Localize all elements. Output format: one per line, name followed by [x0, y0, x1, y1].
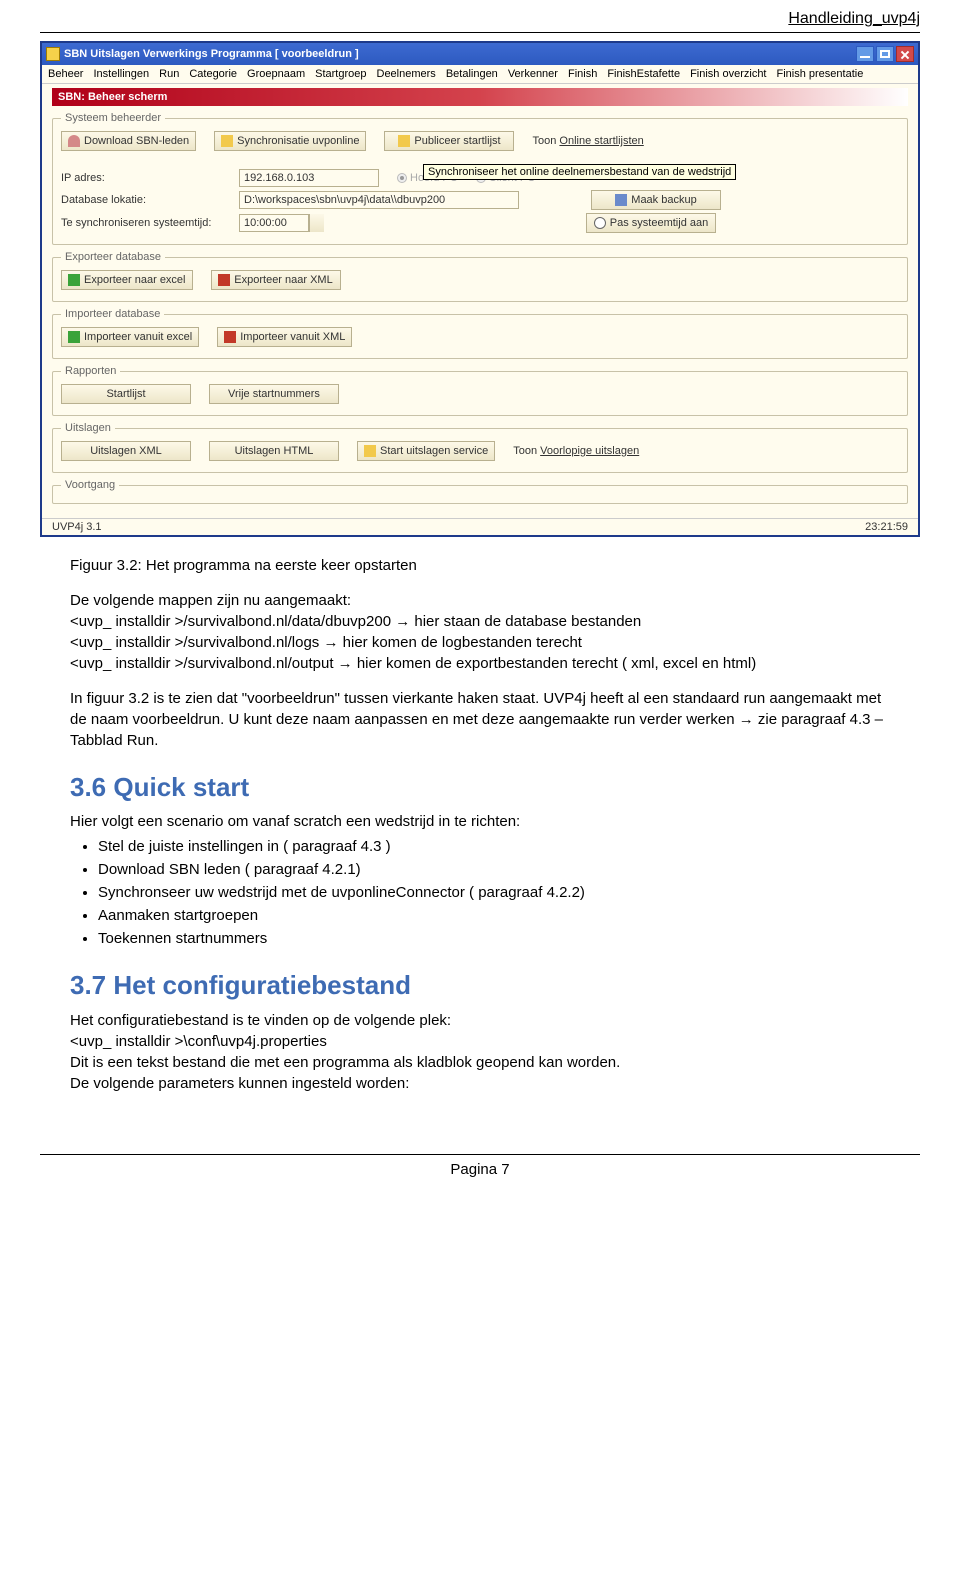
sync-tooltip: Synchroniseer het online deelnemersbesta…	[423, 164, 736, 180]
excel-icon	[68, 331, 80, 343]
menubar: Beheer Instellingen Run Categorie Groepn…	[42, 65, 918, 84]
legend-import: Importeer database	[61, 308, 164, 320]
app-icon	[46, 47, 60, 61]
xml-icon	[218, 274, 230, 286]
voorlopige-uitslagen-link[interactable]: Voorlopige uitslagen	[540, 445, 639, 457]
menu-finish[interactable]: Finish	[568, 68, 597, 80]
quick-start-list: Stel de juiste instellingen in ( paragra…	[98, 836, 890, 949]
sync-icon	[221, 135, 233, 147]
conf-line-2: <uvp_ installdir >\conf\uvp4j.properties	[70, 1031, 890, 1052]
menu-finishoverzicht[interactable]: Finish overzicht	[690, 68, 766, 80]
list-item: Toekennen startnummers	[98, 928, 890, 949]
clock-icon	[594, 217, 606, 229]
statusbar: UVP4j 3.1 23:21:59	[42, 518, 918, 535]
conf-line-4: De volgende parameters kunnen ingesteld …	[70, 1073, 890, 1094]
ip-input[interactable]	[239, 169, 379, 187]
time-label: Te synchroniseren systeemtijd:	[61, 217, 221, 229]
xml-icon	[224, 331, 236, 343]
window-title: SBN Uitslagen Verwerkings Programma [ vo…	[64, 48, 359, 60]
toon-uitslagen-label: Toon Voorlopige uitslagen	[513, 445, 639, 457]
uitslagen-xml-button[interactable]: Uitslagen XML	[61, 441, 191, 461]
conf-line-1: Het configuratiebestand is te vinden op …	[70, 1010, 890, 1031]
page-footer: Pagina 7	[40, 1154, 920, 1178]
db-input[interactable]	[239, 191, 519, 209]
time-input[interactable]	[239, 214, 309, 232]
screenshot: SBN Uitslagen Verwerkings Programma [ vo…	[40, 41, 920, 537]
paragraph-voorbeeldrun: In figuur 3.2 is te zien dat "voorbeeldr…	[70, 688, 890, 751]
startlijst-button[interactable]: Startlijst	[61, 384, 191, 404]
online-startlijsten-link[interactable]: Online startlijsten	[559, 135, 643, 147]
toon-startlijsten-label: Toon Online startlijsten	[532, 135, 643, 147]
menu-beheer[interactable]: Beheer	[48, 68, 83, 80]
disk-icon	[615, 194, 627, 206]
start-uitslagen-service-button[interactable]: Start uitslagen service	[357, 441, 495, 461]
legend-voortgang: Voortgang	[61, 479, 119, 491]
menu-finishpresentatie[interactable]: Finish presentatie	[777, 68, 864, 80]
conf-line-3: Dit is een tekst bestand die met een pro…	[70, 1052, 890, 1073]
menu-run[interactable]: Run	[159, 68, 179, 80]
group-export-db: Exporteer database Exporteer naar excel …	[52, 251, 908, 302]
group-uitslagen: Uitslagen Uitslagen XML Uitslagen HTML S…	[52, 422, 908, 473]
backup-button[interactable]: Maak backup	[591, 190, 721, 210]
legend-uitslagen: Uitslagen	[61, 422, 115, 434]
legend-systeembeheerder: Systeem beheerder	[61, 112, 165, 124]
figure-caption: Figuur 3.2: Het programma na eerste keer…	[70, 555, 890, 576]
menu-verkenner[interactable]: Verkenner	[508, 68, 558, 80]
maximize-button[interactable]	[876, 46, 894, 62]
mapline-1: <uvp_ installdir >/survivalbond.nl/data/…	[70, 611, 890, 632]
publish-startlijst-button[interactable]: Publiceer startlijst	[384, 131, 514, 151]
menu-deelnemers[interactable]: Deelnemers	[377, 68, 436, 80]
list-item: Synchronseer uw wedstrijd met de uvponli…	[98, 882, 890, 903]
set-time-button[interactable]: Pas systeemtijd aan	[586, 213, 716, 233]
group-import-db: Importeer database Importeer vanuit exce…	[52, 308, 908, 359]
import-excel-button[interactable]: Importeer vanuit excel	[61, 327, 199, 347]
menu-groepnaam[interactable]: Groepnaam	[247, 68, 305, 80]
heading-quick-start: 3.6 Quick start	[70, 769, 890, 805]
minimize-button[interactable]	[856, 46, 874, 62]
list-item: Download SBN leden ( paragraaf 4.2.1)	[98, 859, 890, 880]
menu-betalingen[interactable]: Betalingen	[446, 68, 498, 80]
menu-instellingen[interactable]: Instellingen	[93, 68, 149, 80]
mapline-3: <uvp_ installdir >/survivalbond.nl/outpu…	[70, 653, 890, 674]
person-icon	[68, 135, 80, 147]
legend-export: Exporteer database	[61, 251, 165, 263]
status-version: UVP4j 3.1	[52, 521, 102, 533]
heading-configuratiebestand: 3.7 Het configuratiebestand	[70, 967, 890, 1003]
mapline-2: <uvp_ installdir >/survivalbond.nl/logs …	[70, 632, 890, 653]
excel-icon	[68, 274, 80, 286]
sync-uvponline-button[interactable]: Synchronisatie uvponline	[214, 131, 366, 151]
paragraph-mappen-intro: De volgende mappen zijn nu aangemaakt:	[70, 590, 890, 611]
import-xml-button[interactable]: Importeer vanuit XML	[217, 327, 352, 347]
close-button[interactable]	[896, 46, 914, 62]
list-item: Aanmaken startgroepen	[98, 905, 890, 926]
menu-categorie[interactable]: Categorie	[189, 68, 237, 80]
legend-rapporten: Rapporten	[61, 365, 120, 377]
db-label: Database lokatie:	[61, 194, 221, 206]
service-icon	[364, 445, 376, 457]
download-sbn-button[interactable]: Download SBN-leden	[61, 131, 196, 151]
quick-start-intro: Hier volgt een scenario om vanaf scratch…	[70, 811, 890, 832]
menu-finishestafette[interactable]: FinishEstafette	[607, 68, 680, 80]
export-xml-button[interactable]: Exporteer naar XML	[211, 270, 341, 290]
status-time: 23:21:59	[865, 521, 908, 533]
group-systeembeheerder: Systeem beheerder Download SBN-leden Syn…	[52, 112, 908, 245]
header-rule	[40, 32, 920, 33]
publish-icon	[398, 135, 410, 147]
group-voortgang: Voortgang	[52, 479, 908, 504]
vrije-startnummers-button[interactable]: Vrije startnummers	[209, 384, 339, 404]
group-rapporten: Rapporten Startlijst Vrije startnummers	[52, 365, 908, 416]
window-titlebar: SBN Uitslagen Verwerkings Programma [ vo…	[42, 43, 918, 65]
ip-label: IP adres:	[61, 172, 221, 184]
panel-title: SBN: Beheer scherm	[52, 88, 908, 106]
menu-startgroep[interactable]: Startgroep	[315, 68, 366, 80]
list-item: Stel de juiste instellingen in ( paragra…	[98, 836, 890, 857]
export-excel-button[interactable]: Exporteer naar excel	[61, 270, 193, 290]
doc-header: Handleiding_uvp4j	[0, 0, 960, 32]
uitslagen-html-button[interactable]: Uitslagen HTML	[209, 441, 339, 461]
